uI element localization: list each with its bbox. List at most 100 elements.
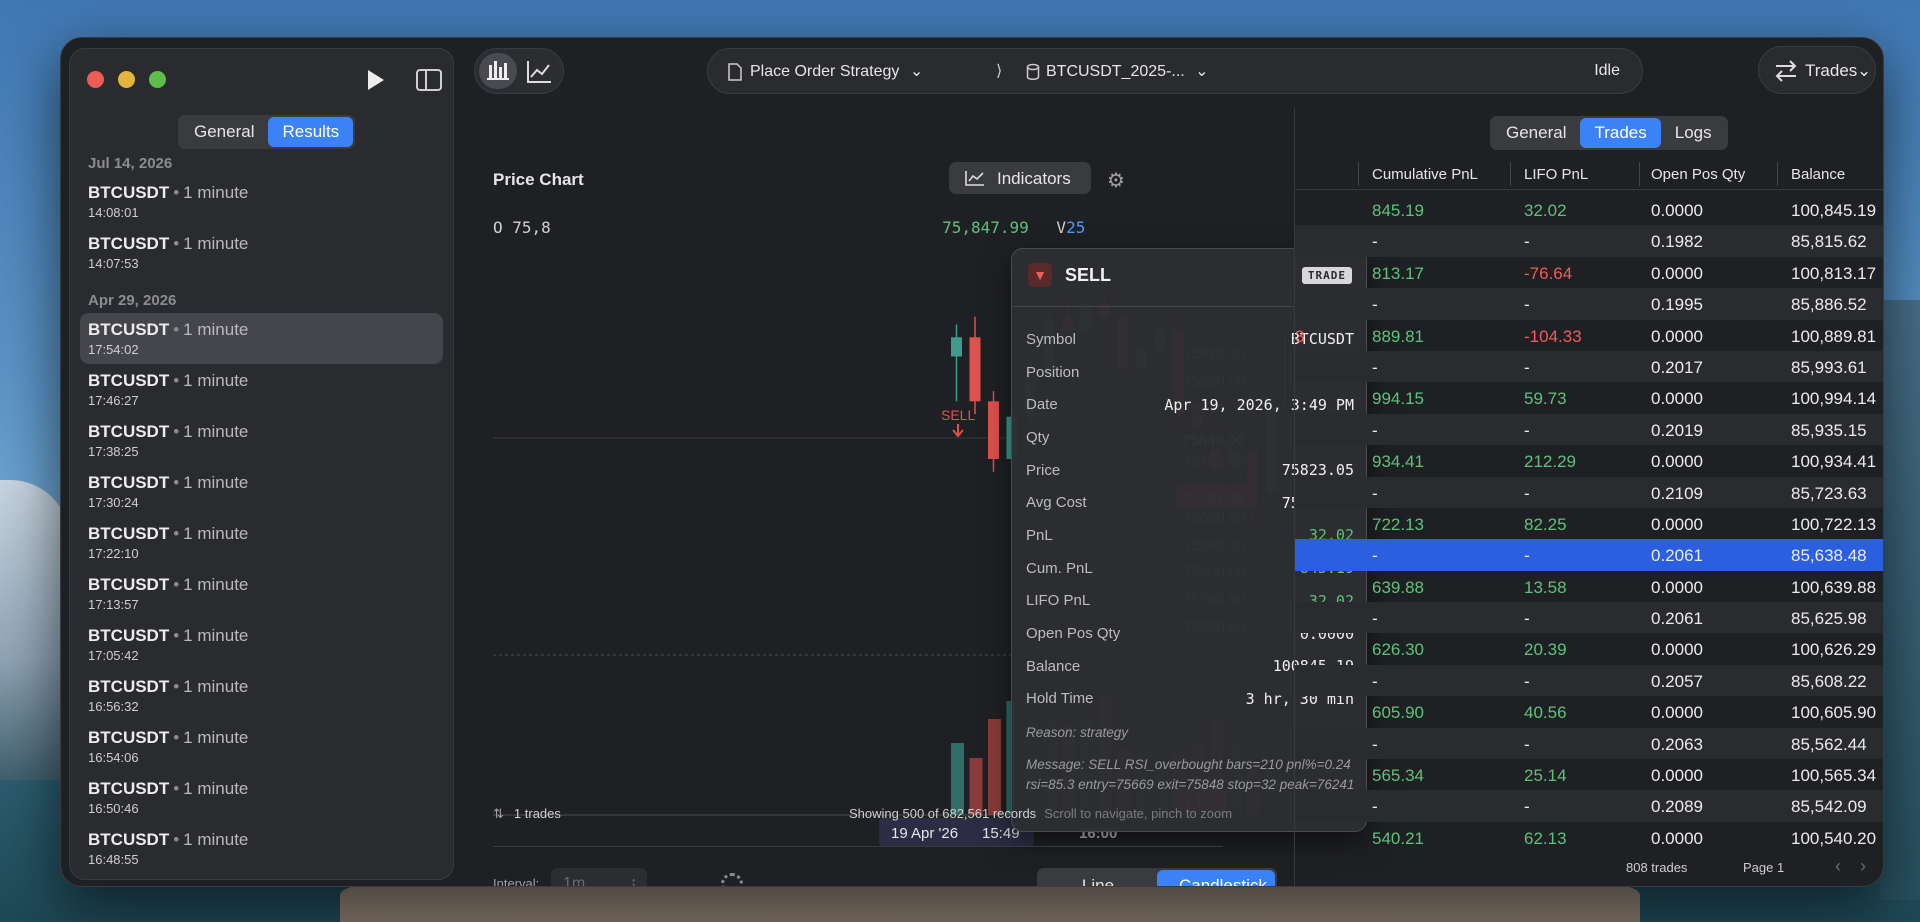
zoom-window-button[interactable] — [149, 71, 166, 88]
mode-candlestick[interactable]: Candlestick — [1157, 870, 1275, 886]
sell-marker-label: SELL — [941, 407, 975, 423]
cell-balance: 85,993.61 — [1791, 357, 1867, 377]
chevron-left-icon[interactable]: ‹ — [1835, 856, 1841, 876]
interval-select[interactable]: 1m ↕ — [551, 868, 647, 886]
view-switcher — [474, 48, 564, 94]
table-row[interactable]: --0.206185,625.98- — [1295, 602, 1883, 634]
indicators-label: Indicators — [997, 169, 1071, 188]
tab-results[interactable]: Results — [268, 117, 354, 147]
result-list-item[interactable]: BTCUSDT • 1 minute 17:38:25 — [80, 415, 443, 466]
minimize-window-button[interactable] — [118, 71, 135, 88]
table-row[interactable]: 994.1559.730.0000100,994.143 — [1295, 382, 1883, 413]
result-list-item[interactable]: BTCUSDT • 1 minute 17:05:42 — [80, 619, 443, 670]
table-row[interactable]: --0.208985,542.09- — [1295, 790, 1883, 822]
result-symbol: BTCUSDT — [88, 626, 170, 645]
table-row[interactable]: --0.199585,886.52- — [1295, 288, 1883, 320]
sidebar-toggle-icon[interactable] — [416, 69, 442, 91]
result-timeframe: 1 minute — [183, 728, 249, 747]
cell-cumulative-pnl: 605.90 — [1372, 703, 1424, 723]
result-timeframe: 1 minute — [183, 473, 249, 492]
result-list-item[interactable]: BTCUSDT • 1 minute 16:48:55 — [80, 823, 443, 874]
tab-trades[interactable]: Trades — [1580, 118, 1661, 148]
result-list-item[interactable]: BTCUSDT • 1 minute 16:54:06 — [80, 721, 443, 772]
col-lifo-pnl[interactable]: LIFO PnL — [1524, 166, 1588, 183]
table-row[interactable]: --0.205785,608.22- — [1295, 664, 1883, 697]
indicators-button[interactable]: Indicators — [949, 162, 1091, 194]
table-row[interactable]: 639.8813.580.0000100,639.882 — [1295, 571, 1883, 602]
tab-logs[interactable]: Logs — [1661, 118, 1726, 148]
result-timeframe: 1 minute — [183, 677, 249, 696]
result-list-item[interactable]: BTCUSDT • 1 minute 16:56:32 — [80, 670, 443, 721]
result-list-item[interactable]: BTCUSDT • 1 minute 17:13:57 — [80, 568, 443, 619]
result-list-item[interactable]: BTCUSDT • 1 minute 17:54:02 — [80, 313, 443, 364]
result-time: 17:05:42 — [88, 648, 139, 663]
cell-open-pos-qty: 0.0000 — [1651, 703, 1703, 723]
col-balance[interactable]: Balance — [1791, 166, 1845, 183]
result-symbol: BTCUSDT — [88, 728, 170, 747]
cell-balance: 100,813.17 — [1791, 263, 1877, 283]
volume-value: 25 — [1066, 218, 1086, 237]
result-title: BTCUSDT • 1 minute — [88, 320, 435, 340]
trades-menu-button[interactable]: Trades ⌄ — [1758, 46, 1876, 94]
trades-panel: General Trades Logs Cumulative PnL LIFO … — [1294, 108, 1883, 886]
dataset-selector[interactable]: BTCUSDT_2025-... ⌄ — [1046, 61, 1209, 81]
result-list-item[interactable]: BTCUSDT • 1 minute 16:50:46 — [80, 772, 443, 823]
table-row[interactable]: 3889.81-104.330.0000100,889.816 — [1295, 320, 1883, 351]
result-list-item[interactable]: BTCUSDT•1 minute — [80, 874, 443, 879]
result-time: 14:08:01 — [88, 205, 139, 220]
result-timeframe: 1 minute — [183, 524, 249, 543]
trades-count-label: 1 trades — [513, 806, 561, 821]
breadcrumb-separator: ⟩ — [996, 63, 1003, 80]
cell-open-pos-qty: 0.2017 — [1651, 357, 1703, 377]
table-row[interactable]: 722.1382.250.0000100,722.132 — [1295, 508, 1883, 539]
cell-cumulative-pnl: - — [1372, 671, 1378, 691]
tab-general[interactable]: General — [1492, 118, 1580, 148]
cell-open-pos-qty: 0.2061 — [1651, 546, 1703, 566]
cell-cumulative-pnl: - — [1372, 797, 1378, 817]
table-row[interactable]: --0.206385,562.44- — [1295, 727, 1883, 760]
close-window-button[interactable] — [87, 71, 104, 88]
chart-panel: Price Chart O 75,8 75,847.99 V25 Indicat… — [471, 108, 1367, 886]
trades-table: 845.19 32.02 0.0000 100,845.19 3 - - 0.1982 85,8… — [1295, 194, 1883, 853]
table-row[interactable]: --0.198285,815.62- — [1295, 225, 1883, 257]
view-bars-button[interactable] — [479, 53, 517, 89]
bullet-separator: • — [173, 575, 180, 594]
result-list-item[interactable]: BTCUSDT • 1 minute 17:46:27 — [80, 364, 443, 415]
gear-icon[interactable]: ⚙ — [1107, 168, 1125, 193]
result-timeframe: 1 minute — [183, 575, 249, 594]
result-list-item[interactable]: BTCUSDT • 1 minute 17:22:10 — [80, 517, 443, 568]
database-icon — [1026, 63, 1040, 80]
table-row[interactable]: 845.1932.020.0000100,845.193 — [1295, 194, 1883, 225]
line-chart-icon[interactable] — [525, 59, 553, 85]
bullet-separator: • — [173, 524, 180, 543]
tooltip-key: Position — [1026, 363, 1080, 381]
table-row[interactable]: --0.210985,723.63- — [1295, 476, 1883, 508]
table-row[interactable]: 813.17-76.640.0000100,813.174 — [1295, 257, 1883, 288]
result-list-item[interactable]: BTCUSDT • 1 minute 17:30:24 — [80, 466, 443, 517]
col-cumulative-pnl[interactable]: Cumulative PnL — [1372, 166, 1478, 183]
table-row[interactable]: 565.3425.140.0000100,565.341 — [1295, 759, 1883, 790]
tab-general[interactable]: General — [180, 117, 268, 147]
cell-lifo-pnl: - — [1524, 609, 1530, 629]
result-list-item[interactable]: BTCUSDT • 1 minute 14:07:53 — [80, 227, 443, 278]
cell-cumulative-pnl: - — [1372, 232, 1378, 252]
tooltip-key: Avg Cost — [1026, 494, 1087, 512]
table-row[interactable]: --0.201785,993.61- — [1295, 350, 1883, 383]
cell-lifo-pnl: 40.56 — [1524, 703, 1567, 723]
sidebar-tabs: General Results — [178, 115, 356, 149]
col-open-pos-qty[interactable]: Open Pos Qty — [1651, 166, 1745, 183]
result-timeframe: 1 minute — [183, 183, 249, 202]
table-row[interactable]: 934.41212.290.0000100,934.411 — [1295, 445, 1883, 476]
chevron-right-icon[interactable]: › — [1860, 856, 1866, 876]
strategy-selector[interactable]: Place Order Strategy ⌄ — [750, 61, 923, 81]
result-list-item[interactable]: BTCUSDT • 1 minute 14:08:01 — [80, 176, 443, 227]
mode-line[interactable]: Line — [1039, 870, 1157, 886]
table-row[interactable]: --0.206185,638.48- — [1295, 539, 1883, 571]
table-row[interactable]: 626.3020.390.0000100,626.293 — [1295, 633, 1883, 664]
column-divider — [1777, 162, 1778, 186]
bullet-separator: • — [173, 422, 180, 441]
play-icon[interactable] — [362, 67, 388, 93]
table-row[interactable]: --0.201985,935.15- — [1295, 413, 1883, 446]
ohlc-open: O 75,8 — [493, 218, 551, 237]
table-row[interactable]: 605.9040.560.0000100,605.901 — [1295, 696, 1883, 727]
